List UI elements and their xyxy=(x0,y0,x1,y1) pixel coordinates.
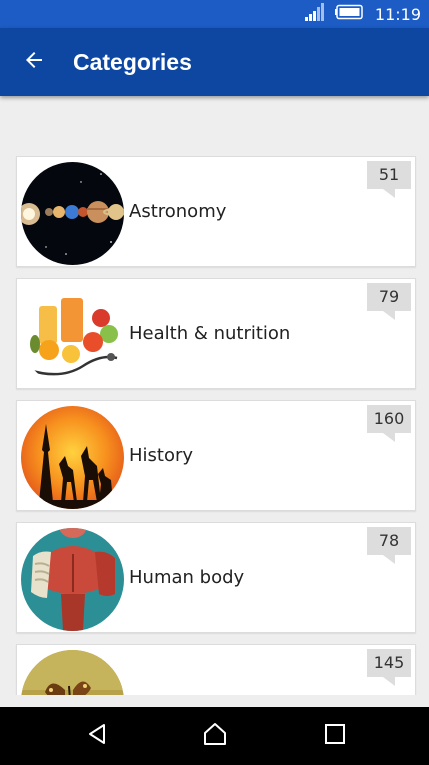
nav-recents-button[interactable] xyxy=(320,721,350,751)
back-button[interactable] xyxy=(20,48,48,76)
nav-back-icon xyxy=(85,722,109,751)
health-fruits-image xyxy=(21,284,124,387)
battery-icon xyxy=(334,4,365,25)
count-badge: 160 xyxy=(367,405,411,442)
signal-icon xyxy=(304,2,327,26)
history-sunset-image xyxy=(21,406,124,509)
arrow-back-icon xyxy=(22,48,46,77)
category-card-partial[interactable]: 145 xyxy=(16,644,416,695)
category-list[interactable]: Astronomy 51 Health & nutrition 79 Histo… xyxy=(0,96,429,695)
category-card-human-body[interactable]: Human body 78 xyxy=(16,522,416,633)
category-card-health-nutrition[interactable]: Health & nutrition 79 xyxy=(16,278,416,389)
count-badge: 78 xyxy=(367,527,411,564)
category-label: History xyxy=(129,445,194,466)
nav-home-icon xyxy=(202,721,228,752)
human-body-anatomy-image xyxy=(21,528,124,631)
butterfly-image xyxy=(21,650,124,695)
nav-back-button[interactable] xyxy=(82,721,112,751)
category-card-history[interactable]: History 160 xyxy=(16,400,416,511)
status-time: 11:19 xyxy=(374,4,421,24)
system-nav-bar xyxy=(0,707,429,765)
status-icons: 11:19 xyxy=(304,2,421,26)
count-badge: 51 xyxy=(367,161,411,198)
status-bar: 11:19 xyxy=(0,0,429,28)
count-badge: 145 xyxy=(367,649,411,686)
astronomy-planets-image xyxy=(21,162,124,265)
screen: 11:19 Categories Astronomy 51 Health & n… xyxy=(0,0,429,765)
category-label: Human body xyxy=(129,567,245,588)
category-card-astronomy[interactable]: Astronomy 51 xyxy=(16,156,416,267)
category-label: Health & nutrition xyxy=(129,323,291,344)
page-title: Categories xyxy=(73,49,192,75)
app-bar: Categories xyxy=(0,28,429,96)
nav-recents-icon xyxy=(324,723,346,750)
count-badge: 79 xyxy=(367,283,411,320)
category-label: Astronomy xyxy=(129,201,227,222)
nav-home-button[interactable] xyxy=(200,721,230,751)
